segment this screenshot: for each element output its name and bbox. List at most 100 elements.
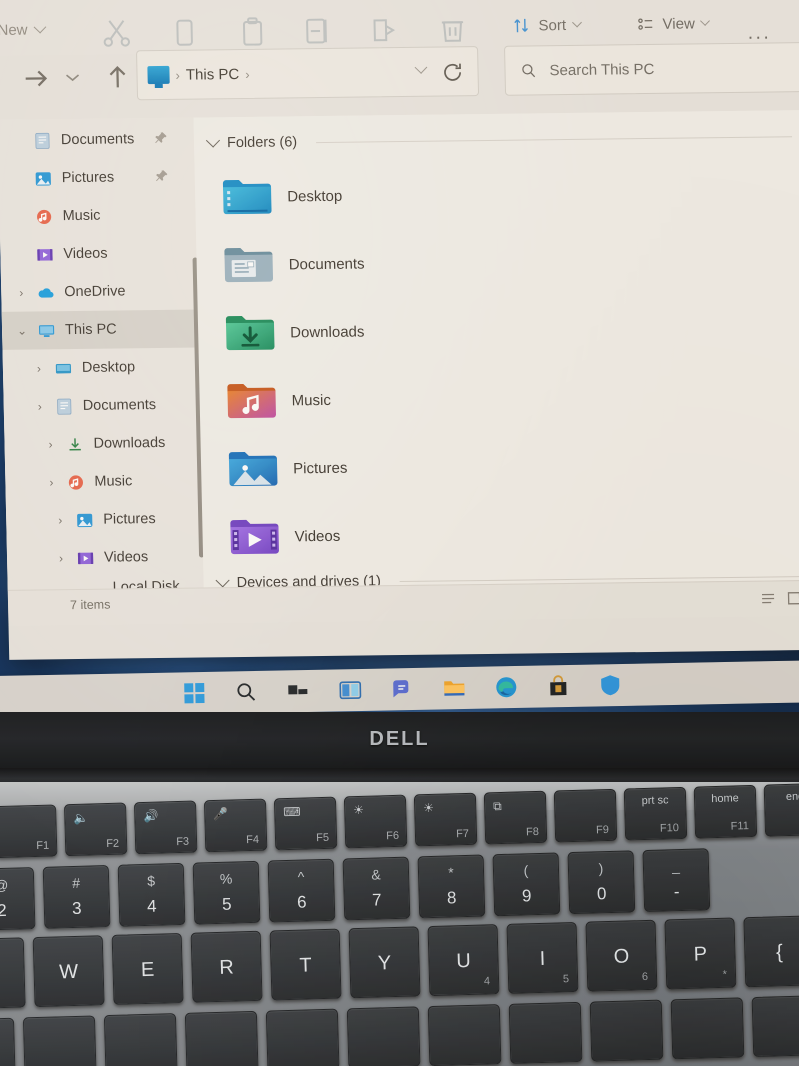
search-box[interactable]: Search This PC: [503, 41, 799, 96]
folder-tile[interactable]: Documents: [222, 228, 523, 300]
expand-chevron-icon[interactable]: ›: [34, 399, 46, 413]
chat-icon[interactable]: [390, 677, 414, 701]
key-r[interactable]: R: [190, 930, 263, 1003]
key-y[interactable]: Y: [348, 926, 421, 999]
key-home-row[interactable]: [346, 1006, 421, 1066]
forward-button[interactable]: [18, 61, 53, 95]
key-f1[interactable]: F1: [0, 804, 58, 859]
folder-tile[interactable]: Videos: [228, 499, 529, 571]
key-2[interactable]: @2: [0, 867, 36, 931]
sidebar-item-music[interactable]: › Music: [5, 461, 202, 501]
key-3[interactable]: #3: [42, 864, 111, 929]
key-p[interactable]: P *: [664, 917, 737, 990]
view-button[interactable]: View: [635, 13, 711, 34]
key-t[interactable]: T: [269, 928, 342, 1001]
key-f4[interactable]: 🎤 F4: [203, 798, 268, 853]
sidebar-item-music[interactable]: Music: [0, 196, 196, 236]
pin-icon[interactable]: [154, 131, 168, 145]
key-i[interactable]: I5: [506, 921, 579, 994]
sort-button[interactable]: Sort: [511, 15, 582, 36]
key-e[interactable]: E: [111, 932, 184, 1005]
key-f9[interactable]: F9: [553, 788, 618, 843]
address-bar[interactable]: › This PC ›: [136, 46, 480, 101]
overflow-menu-button[interactable]: ...: [748, 23, 772, 45]
key-{[interactable]: {: [743, 915, 799, 988]
folder-tile[interactable]: Downloads: [223, 296, 524, 368]
key-7[interactable]: & 7: [342, 856, 411, 921]
tiles-view-icon[interactable]: [786, 590, 799, 606]
expand-chevron-icon[interactable]: ›: [33, 361, 45, 375]
key-f6[interactable]: ☀ F6: [343, 794, 408, 849]
key-9[interactable]: (9: [492, 852, 561, 917]
new-button[interactable]: New: [0, 20, 47, 39]
key-w[interactable]: W: [32, 935, 105, 1008]
key-home-row[interactable]: [670, 997, 745, 1060]
key-f10[interactable]: prt sc F10: [623, 786, 688, 841]
sidebar-item-videos[interactable]: › Videos: [7, 537, 204, 577]
key-f12[interactable]: endF12: [763, 782, 799, 837]
key-home-row[interactable]: [22, 1015, 97, 1066]
key-home-row[interactable]: [589, 999, 664, 1062]
folder-tile[interactable]: Desktop: [220, 160, 521, 232]
file-explorer-icon[interactable]: [442, 676, 466, 700]
expand-chevron-icon[interactable]: ⌄: [16, 324, 28, 338]
expand-chevron-icon[interactable]: ›: [15, 286, 27, 300]
sidebar-item-desktop[interactable]: › Desktop: [3, 348, 200, 388]
folder-tile[interactable]: Pictures: [226, 432, 527, 504]
sidebar-item-onedrive[interactable]: › OneDrive: [1, 272, 198, 312]
key-f8[interactable]: ⧉ F8: [483, 790, 548, 845]
refresh-button[interactable]: [439, 59, 466, 85]
share-icon[interactable]: [367, 13, 402, 47]
security-icon[interactable]: [598, 673, 622, 697]
key-q[interactable]: Q: [0, 937, 26, 1010]
delete-icon[interactable]: [435, 12, 470, 46]
key-f5[interactable]: ⌨ F5: [273, 796, 338, 851]
expand-chevron-icon[interactable]: ›: [45, 475, 57, 489]
task-view-icon[interactable]: [286, 679, 310, 703]
expand-chevron-icon[interactable]: ›: [55, 551, 67, 565]
key-f2[interactable]: 🔈 F2: [63, 802, 128, 857]
sidebar-item-this-pc[interactable]: ⌄ This PC: [1, 309, 199, 350]
key-home-row[interactable]: [265, 1008, 340, 1066]
edge-icon[interactable]: [494, 675, 518, 699]
up-button[interactable]: [100, 60, 135, 94]
sidebar-item-pictures[interactable]: › Pictures: [6, 499, 203, 539]
details-view-icon[interactable]: [760, 590, 776, 606]
sidebar-item-documents[interactable]: › Documents: [3, 386, 200, 426]
key-home-row[interactable]: [427, 1004, 502, 1066]
address-dropdown-icon[interactable]: [414, 61, 428, 74]
search-icon[interactable]: [234, 680, 258, 704]
folder-tile[interactable]: Music: [225, 364, 526, 436]
key-0[interactable]: ) 0: [567, 850, 636, 915]
paste-icon[interactable]: [235, 15, 270, 49]
key-f11[interactable]: home F11: [693, 784, 758, 839]
cut-icon[interactable]: [99, 16, 134, 50]
start-icon[interactable]: [182, 681, 206, 705]
store-icon[interactable]: [546, 674, 570, 698]
key-5[interactable]: % 5: [192, 860, 261, 925]
sidebar-item-pictures[interactable]: Pictures: [0, 158, 195, 198]
key-u[interactable]: U4: [427, 924, 500, 997]
expand-chevron-icon[interactable]: ›: [54, 513, 66, 527]
widgets-icon[interactable]: [338, 678, 362, 702]
key-home-row[interactable]: [751, 995, 799, 1058]
sidebar-item-downloads[interactable]: › Downloads: [4, 423, 201, 463]
key-home-row[interactable]: [103, 1013, 178, 1066]
key-f7[interactable]: ☀ F7: [413, 792, 478, 847]
sidebar-item-documents[interactable]: Documents: [0, 120, 194, 160]
breadcrumb-this-pc[interactable]: This PC: [186, 66, 240, 84]
rename-icon[interactable]: [301, 14, 336, 48]
key--[interactable]: _ -: [642, 848, 711, 913]
recent-locations-button[interactable]: [60, 65, 85, 89]
pin-icon[interactable]: [155, 169, 169, 183]
key-f3[interactable]: 🔊 F3: [133, 800, 198, 855]
copy-icon[interactable]: [167, 15, 202, 49]
key-6[interactable]: ^ 6: [267, 858, 336, 923]
expand-chevron-icon[interactable]: ›: [44, 437, 56, 451]
key-home-row[interactable]: [184, 1010, 259, 1066]
key-4[interactable]: $4: [117, 862, 186, 927]
folders-group-header[interactable]: Folders (6): [205, 128, 799, 151]
key-home-row[interactable]: [0, 1017, 16, 1066]
key-8[interactable]: * 8: [417, 854, 486, 919]
key-o[interactable]: O6: [585, 919, 658, 992]
